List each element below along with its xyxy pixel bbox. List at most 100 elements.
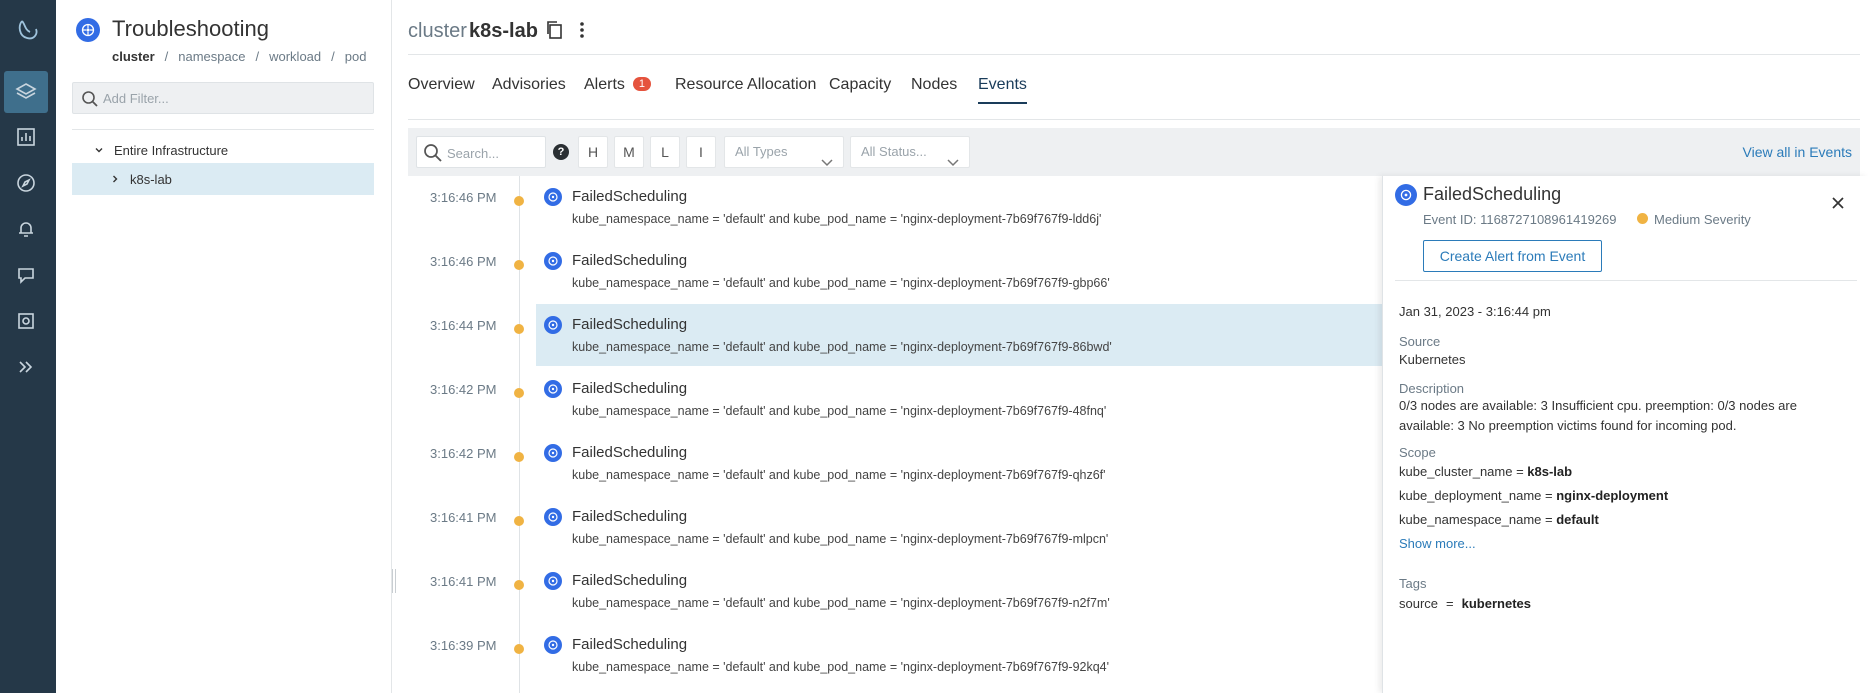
- divider: [1395, 280, 1857, 281]
- close-icon[interactable]: [1831, 196, 1845, 215]
- event-time: 3:16:41 PM: [430, 574, 497, 589]
- tree-item-label: Entire Infrastructure: [114, 142, 229, 158]
- kubernetes-icon: [544, 444, 562, 462]
- tag-value: kubernetes: [1461, 596, 1531, 611]
- events-chat-icon[interactable]: [4, 254, 48, 296]
- event-name: FailedScheduling: [572, 188, 688, 205]
- severity-dot: [1637, 213, 1648, 224]
- severity-label: Medium Severity: [1654, 212, 1751, 227]
- layers-icon[interactable]: [4, 71, 48, 113]
- severity-dot: [514, 644, 524, 654]
- event-name: FailedScheduling: [572, 508, 688, 525]
- events-search-field[interactable]: [416, 136, 546, 168]
- scope-key: kube_deployment_name =: [1399, 488, 1557, 503]
- events-search-input[interactable]: [447, 143, 541, 163]
- search-icon: [81, 90, 99, 113]
- event-description: kube_namespace_name = 'default' and kube…: [572, 340, 1112, 354]
- nav-rail: [0, 0, 56, 693]
- scope-key: kube_namespace_name =: [1399, 512, 1557, 527]
- severity-dot: [514, 580, 524, 590]
- tab-advisories[interactable]: Advisories: [492, 76, 566, 104]
- description-label: Description: [1399, 381, 1465, 396]
- event-time: 3:16:41 PM: [430, 510, 497, 525]
- breadcrumb-pod[interactable]: pod: [345, 49, 367, 64]
- create-alert-button[interactable]: Create Alert from Event: [1423, 240, 1602, 272]
- copy-icon[interactable]: [545, 20, 563, 45]
- type-filter-dropdown[interactable]: All Types: [724, 136, 844, 168]
- breadcrumb-cluster[interactable]: cluster: [112, 49, 155, 64]
- kubernetes-icon: [544, 636, 562, 654]
- tab-alerts[interactable]: Alerts 1: [584, 76, 652, 104]
- severity-info-button[interactable]: I: [686, 136, 716, 168]
- event-row[interactable]: 3:16:42 PM FailedScheduling kube_namespa…: [408, 432, 1383, 494]
- kubernetes-icon: [544, 380, 562, 398]
- status-filter-dropdown[interactable]: All Status...: [850, 136, 970, 168]
- explore-compass-icon[interactable]: [4, 162, 48, 204]
- scope-item: kube_deployment_name = nginx-deployment: [1399, 488, 1668, 503]
- tab-nodes[interactable]: Nodes: [911, 76, 957, 104]
- event-row[interactable]: 3:16:46 PM FailedScheduling kube_namespa…: [408, 176, 1383, 238]
- chevron-down-icon: [947, 148, 959, 178]
- tab-capacity[interactable]: Capacity: [829, 76, 891, 104]
- breadcrumb-separator: /: [331, 49, 335, 64]
- integrations-icon[interactable]: [4, 300, 48, 342]
- expand-chevrons-icon[interactable]: [4, 346, 48, 388]
- alerts-bell-icon[interactable]: [4, 208, 48, 250]
- scope-value: k8s-lab: [1527, 464, 1573, 479]
- tree-item-k8s-lab[interactable]: k8s-lab: [72, 163, 374, 195]
- event-row-selected[interactable]: 3:16:44 PM FailedScheduling kube_namespa…: [408, 304, 1383, 366]
- severity-low-button[interactable]: L: [650, 136, 680, 168]
- scope-type-label: cluster: [408, 20, 467, 42]
- breadcrumb: cluster / namespace / workload / pod: [112, 49, 366, 64]
- dashboard-icon[interactable]: [4, 116, 48, 158]
- scope-value: default: [1556, 512, 1599, 527]
- event-id: Event ID: 1168727108961419269: [1423, 212, 1617, 227]
- panel-resize-handle[interactable]: [392, 569, 396, 593]
- divider: [72, 129, 374, 130]
- event-row[interactable]: 3:16:42 PM FailedScheduling kube_namespa…: [408, 368, 1383, 430]
- tree-item-entire-infrastructure[interactable]: Entire Infrastructure: [72, 134, 374, 166]
- chevron-right-icon[interactable]: [108, 174, 122, 184]
- event-name: FailedScheduling: [572, 380, 688, 397]
- help-icon[interactable]: ?: [553, 144, 569, 160]
- divider: [408, 54, 1860, 55]
- tab-events[interactable]: Events: [978, 76, 1027, 104]
- breadcrumb-workload[interactable]: workload: [269, 49, 321, 64]
- page-title: Troubleshooting: [112, 16, 269, 41]
- alerts-count-badge: 1: [632, 77, 652, 91]
- kubernetes-icon: [544, 316, 562, 334]
- show-more-link[interactable]: Show more...: [1399, 536, 1476, 551]
- severity-dot: [514, 196, 524, 206]
- event-name: FailedScheduling: [572, 636, 688, 653]
- scope-item: kube_cluster_name = k8s-lab: [1399, 464, 1572, 479]
- event-row[interactable]: 3:16:39 PM FailedScheduling kube_namespa…: [408, 624, 1383, 686]
- more-options-icon[interactable]: [578, 20, 586, 45]
- chevron-down-icon: [821, 148, 833, 178]
- severity-medium-button[interactable]: M: [614, 136, 644, 168]
- severity-high-button[interactable]: H: [578, 136, 608, 168]
- view-all-events-link[interactable]: View all in Events: [1743, 144, 1852, 160]
- app: Troubleshooting cluster / namespace / worklo…: [0, 0, 1868, 693]
- event-description: kube_namespace_name = 'default' and kube…: [572, 276, 1110, 290]
- event-description: kube_namespace_name = 'default' and kube…: [572, 660, 1110, 674]
- event-name: FailedScheduling: [572, 316, 688, 333]
- event-row[interactable]: 3:16:46 PM FailedScheduling kube_namespa…: [408, 240, 1383, 302]
- event-row[interactable]: 3:16:41 PM FailedScheduling kube_namespa…: [408, 496, 1383, 558]
- app-logo-icon[interactable]: [0, 8, 56, 52]
- kubernetes-icon: [544, 508, 562, 526]
- breadcrumb-separator: /: [255, 49, 260, 64]
- event-time: 3:16:46 PM: [430, 254, 497, 269]
- tab-overview[interactable]: Overview: [408, 76, 475, 104]
- event-name: FailedScheduling: [572, 572, 688, 589]
- event-row[interactable]: 3:16:41 PM FailedScheduling kube_namespa…: [408, 560, 1383, 622]
- tab-resource-allocation[interactable]: Resource Allocation: [675, 76, 816, 104]
- event-description: kube_namespace_name = 'default' and kube…: [572, 404, 1107, 418]
- status-filter-value: All Status...: [861, 144, 927, 159]
- breadcrumb-namespace[interactable]: namespace: [178, 49, 245, 64]
- add-filter-field[interactable]: [72, 82, 374, 114]
- scope-value: nginx-deployment: [1556, 488, 1669, 503]
- event-timestamp: Jan 31, 2023 - 3:16:44 pm: [1399, 304, 1551, 319]
- add-filter-input[interactable]: [103, 88, 363, 108]
- chevron-down-icon[interactable]: [92, 145, 106, 155]
- tag-equals: =: [1446, 596, 1454, 611]
